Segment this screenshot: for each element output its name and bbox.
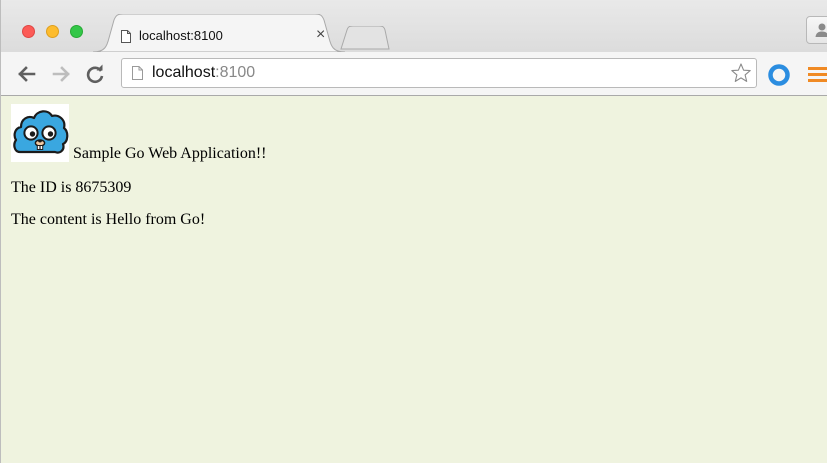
url-port: :8100 — [215, 64, 256, 81]
forward-arrow-icon — [52, 66, 70, 82]
tab-localhost[interactable]: localhost:8100 × — [93, 14, 345, 52]
address-bar[interactable]: localhost:8100 — [121, 58, 757, 88]
app-header: Sample Go Web Application!! — [11, 104, 267, 162]
forward-button[interactable] — [51, 64, 73, 84]
tab-close-icon[interactable]: × — [316, 27, 325, 43]
id-line: The ID is 8675309 — [11, 179, 132, 196]
content-line: The content is Hello from Go! — [11, 211, 206, 228]
zoom-window-button[interactable] — [70, 25, 83, 38]
gopher-cloud-icon — [13, 110, 69, 154]
reload-icon — [86, 64, 104, 84]
tab-title: localhost:8100 — [139, 28, 223, 43]
url-host: localhost — [152, 64, 216, 81]
reload-button[interactable] — [85, 64, 107, 84]
profile-button[interactable] — [806, 16, 827, 44]
star-icon[interactable] — [730, 62, 752, 84]
page-viewport: Sample Go Web Application!! The ID is 86… — [1, 96, 827, 463]
close-window-button[interactable] — [22, 25, 35, 38]
tab-strip: localhost:8100 × — [1, 0, 827, 52]
back-button[interactable] — [15, 64, 37, 84]
blue-ring-extension-icon[interactable] — [767, 63, 791, 87]
hamburger-menu-icon[interactable] — [808, 64, 827, 84]
page-icon — [132, 66, 143, 80]
page-icon — [121, 30, 131, 43]
page-content: Sample Go Web Application!! The ID is 86… — [11, 104, 267, 229]
url-text[interactable]: localhost:8100 — [152, 64, 255, 82]
profile-icon — [815, 23, 827, 37]
go-gopher-cloud-logo — [11, 104, 69, 162]
back-arrow-icon — [18, 66, 36, 82]
toolbar: localhost:8100 — [1, 52, 827, 96]
browser-window: localhost:8100 × localhost:8100 Sample G… — [0, 0, 827, 463]
page-title: Sample Go Web Application!! — [73, 145, 267, 162]
minimize-window-button[interactable] — [46, 25, 59, 38]
new-tab-button[interactable] — [339, 26, 391, 50]
